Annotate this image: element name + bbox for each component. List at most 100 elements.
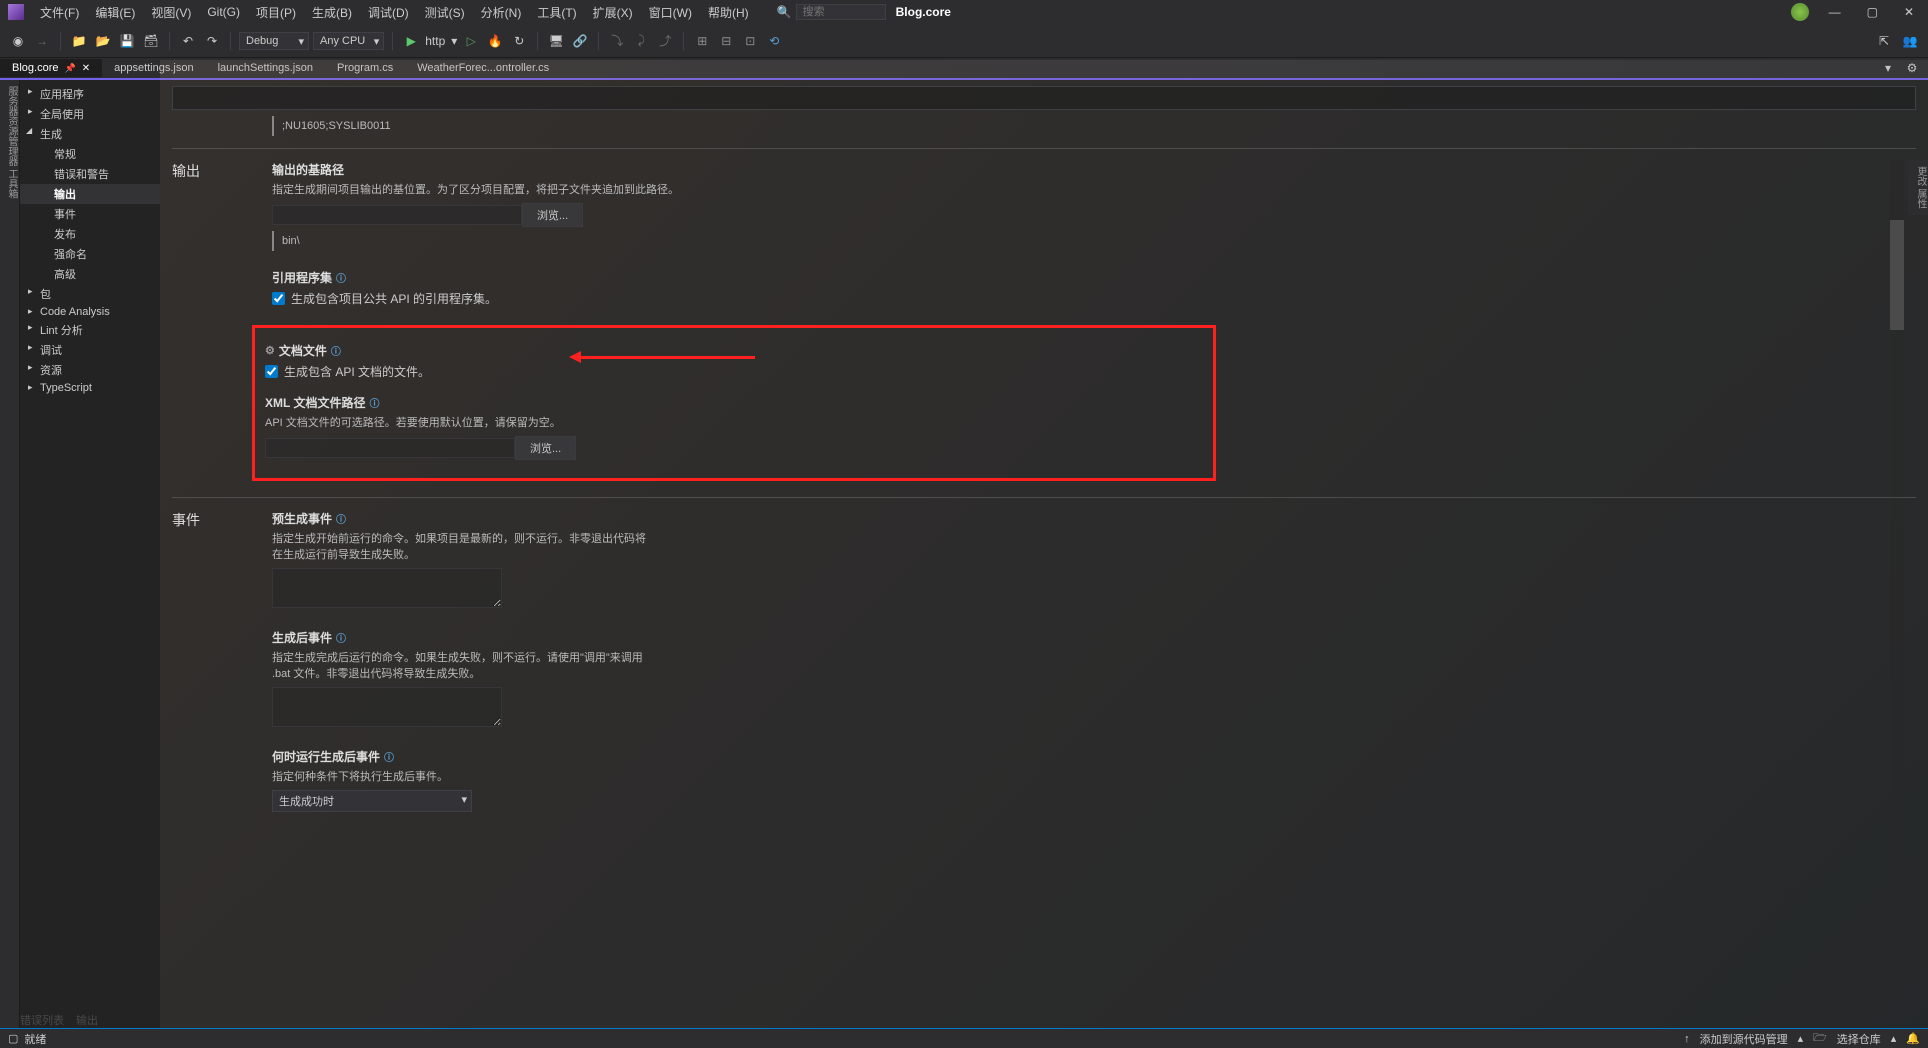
source-control-up-icon[interactable]: ↑ bbox=[1684, 1033, 1690, 1045]
ref-asm-checkbox[interactable] bbox=[272, 292, 285, 305]
info-icon[interactable]: ⓘ bbox=[336, 511, 346, 526]
postbuild-input[interactable] bbox=[272, 687, 502, 727]
tab-bar: Blog.core 📌 ✕ appsettings.json launchSet… bbox=[0, 58, 1928, 80]
left-vertical-tabs[interactable]: 服务器资源管理器 工具箱 bbox=[0, 80, 20, 1028]
doc-checkbox[interactable] bbox=[265, 365, 278, 378]
launch-profile[interactable]: http bbox=[425, 34, 445, 48]
live-share-icon[interactable]: 👥 bbox=[1900, 31, 1920, 51]
redo-icon[interactable]: ↷ bbox=[202, 31, 222, 51]
sidebar-item-strongname[interactable]: 强命名 bbox=[20, 244, 160, 264]
step-into-icon[interactable]: ⤸ bbox=[631, 31, 651, 51]
menu-git[interactable]: Git(G) bbox=[199, 3, 248, 21]
misc-icon-4[interactable]: ⟲ bbox=[764, 31, 784, 51]
save-all-icon[interactable]: 🗃 bbox=[141, 31, 161, 51]
sidebar-item-build[interactable]: 生成 bbox=[20, 124, 160, 144]
misc-icon-2[interactable]: ⊟ bbox=[716, 31, 736, 51]
misc-icon-1[interactable]: ⊞ bbox=[692, 31, 712, 51]
xml-path-input[interactable] bbox=[265, 438, 515, 458]
maximize-icon[interactable]: ▢ bbox=[1861, 5, 1884, 19]
step-over-icon[interactable]: ⤵ bbox=[607, 31, 627, 51]
start-debug-icon[interactable]: ▶ bbox=[401, 31, 421, 51]
menu-analyze[interactable]: 分析(N) bbox=[473, 2, 530, 23]
tab-launchsettings[interactable]: launchSettings.json bbox=[206, 59, 325, 77]
notification-icon[interactable]: 🔔 bbox=[1906, 1032, 1920, 1045]
close-tab-icon[interactable]: ✕ bbox=[82, 63, 90, 74]
sidebar-item-general[interactable]: 常规 bbox=[20, 144, 160, 164]
when-dropdown[interactable]: 生成成功时 bbox=[272, 790, 472, 812]
xml-label: XML 文档文件路径 ⓘ bbox=[265, 394, 1203, 411]
sidebar-item-codeanalysis[interactable]: Code Analysis bbox=[20, 304, 160, 320]
sidebar-item-publish[interactable]: 发布 bbox=[20, 224, 160, 244]
sidebar-item-events[interactable]: 事件 bbox=[20, 204, 160, 224]
menu-tools[interactable]: 工具(T) bbox=[529, 2, 584, 23]
share-icon[interactable]: ⇱ bbox=[1874, 31, 1894, 51]
tab-dropdown-icon[interactable]: ▾ bbox=[1878, 58, 1898, 78]
menu-debug[interactable]: 调试(D) bbox=[360, 2, 417, 23]
status-bar: ▢ 就绪 ↑ 添加到源代码管理 ▴ 🗁 选择仓库 ▴ 🔔 bbox=[0, 1028, 1928, 1048]
prebuild-input[interactable] bbox=[272, 568, 502, 608]
base-path-input[interactable] bbox=[272, 205, 522, 225]
info-icon[interactable]: ⓘ bbox=[384, 749, 394, 764]
menu-project[interactable]: 项目(P) bbox=[248, 2, 304, 23]
minimize-icon[interactable]: — bbox=[1823, 5, 1847, 19]
sidebar-item-global[interactable]: 全局使用 bbox=[20, 104, 160, 124]
save-icon[interactable]: 💾 bbox=[117, 31, 137, 51]
browser-link-icon[interactable]: 🔗 bbox=[570, 31, 590, 51]
misc-icon-3[interactable]: ⊡ bbox=[740, 31, 760, 51]
hot-reload-icon[interactable]: 🔥 bbox=[485, 31, 505, 51]
menu-window[interactable]: 窗口(W) bbox=[641, 2, 700, 23]
source-control-button[interactable]: 添加到源代码管理 bbox=[1700, 1031, 1788, 1047]
step-out-icon[interactable]: ⤴ bbox=[655, 31, 675, 51]
info-icon[interactable]: ⓘ bbox=[336, 630, 346, 645]
refresh-icon[interactable]: ↻ bbox=[509, 31, 529, 51]
base-path-desc: 指定生成期间项目输出的基位置。为了区分项目配置，将把子文件夹追加到此路径。 bbox=[272, 181, 1916, 197]
close-icon[interactable]: ✕ bbox=[1898, 5, 1920, 19]
repo-icon[interactable]: 🗁 bbox=[1813, 1029, 1827, 1048]
tab-blog-core[interactable]: Blog.core 📌 ✕ bbox=[0, 59, 102, 77]
tab-weather[interactable]: WeatherForec...ontroller.cs bbox=[405, 59, 561, 77]
config-dropdown[interactable]: Debug bbox=[239, 32, 309, 50]
new-project-icon[interactable]: 📁 bbox=[69, 31, 89, 51]
menu-extensions[interactable]: 扩展(X) bbox=[585, 2, 641, 23]
pin-icon[interactable]: 📌 bbox=[64, 63, 75, 74]
menu-help[interactable]: 帮助(H) bbox=[700, 2, 757, 23]
sidebar-item-output[interactable]: 输出 bbox=[20, 184, 160, 204]
property-search-input[interactable] bbox=[172, 86, 1916, 110]
sidebar-item-app[interactable]: 应用程序 bbox=[20, 84, 160, 104]
gear-icon[interactable]: ⚙ bbox=[265, 344, 275, 357]
sidebar-item-package[interactable]: 包 bbox=[20, 284, 160, 304]
search-icon: 🔍 bbox=[777, 5, 792, 19]
browse-button-xml[interactable]: 浏览... bbox=[515, 436, 576, 460]
sidebar-item-debug[interactable]: 调试 bbox=[20, 340, 160, 360]
repo-select[interactable]: 选择仓库 bbox=[1837, 1031, 1881, 1047]
info-icon[interactable]: ⓘ bbox=[369, 395, 379, 410]
title-search-input[interactable] bbox=[796, 4, 886, 20]
open-icon[interactable]: 📂 bbox=[93, 31, 113, 51]
menu-view[interactable]: 视图(V) bbox=[143, 2, 199, 23]
menu-test[interactable]: 测试(S) bbox=[417, 2, 473, 23]
sidebar-item-resources[interactable]: 资源 bbox=[20, 360, 160, 380]
info-icon[interactable]: ⓘ bbox=[331, 343, 341, 358]
tab-label: launchSettings.json bbox=[218, 62, 313, 74]
menu-edit[interactable]: 编辑(E) bbox=[87, 2, 143, 23]
platform-dropdown[interactable]: Any CPU bbox=[313, 32, 384, 50]
sidebar-item-typescript[interactable]: TypeScript bbox=[20, 380, 160, 396]
undo-icon[interactable]: ↶ bbox=[178, 31, 198, 51]
postbuild-desc: 指定生成完成后运行的命令。如果生成失败，则不运行。请使用"调用"来调用 .bat… bbox=[272, 649, 652, 681]
sidebar-item-lint[interactable]: Lint 分析 bbox=[20, 320, 160, 340]
avatar[interactable] bbox=[1791, 3, 1809, 21]
tab-appsettings[interactable]: appsettings.json bbox=[102, 59, 206, 77]
tab-settings-icon[interactable]: ⚙ bbox=[1902, 58, 1922, 78]
browser-icon[interactable]: 🖥 bbox=[546, 31, 566, 51]
sidebar-item-errors[interactable]: 错误和警告 bbox=[20, 164, 160, 184]
sidebar-item-advanced[interactable]: 高级 bbox=[20, 264, 160, 284]
browse-button[interactable]: 浏览... bbox=[522, 203, 583, 227]
tab-program[interactable]: Program.cs bbox=[325, 59, 405, 77]
when-label: 何时运行生成后事件 ⓘ bbox=[272, 748, 1916, 765]
menu-build[interactable]: 生成(B) bbox=[304, 2, 360, 23]
menu-file[interactable]: 文件(F) bbox=[32, 2, 87, 23]
start-nodebug-icon[interactable]: ▷ bbox=[461, 31, 481, 51]
nav-fwd-icon[interactable]: → bbox=[32, 31, 52, 51]
nav-back-icon[interactable]: ◉ bbox=[8, 31, 28, 51]
info-icon[interactable]: ⓘ bbox=[336, 270, 346, 285]
